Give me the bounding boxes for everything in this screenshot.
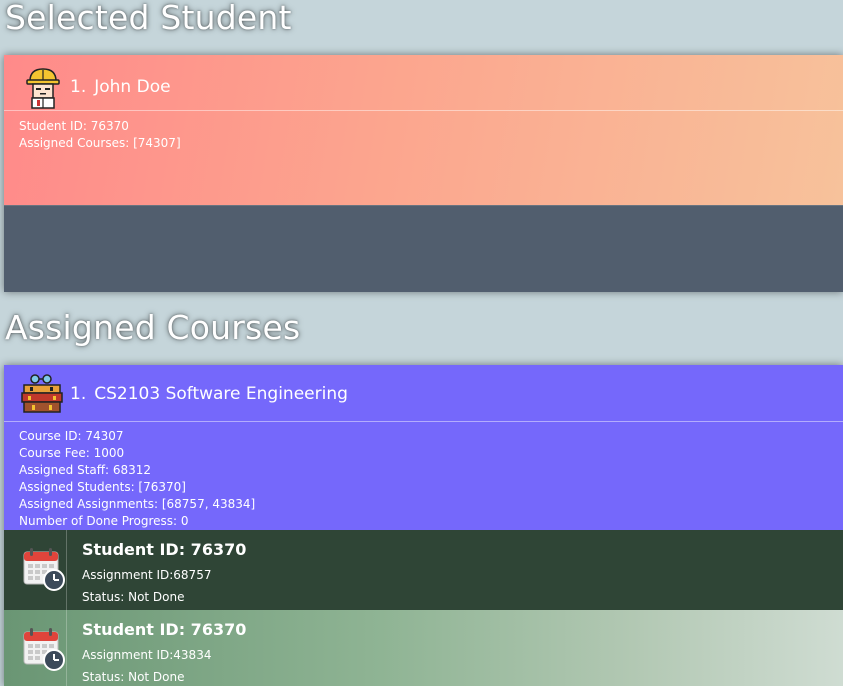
student-details: Student ID: 76370 Assigned Courses: [743… <box>19 118 181 152</box>
student-index: 1. <box>70 77 87 97</box>
progress-icon-cell <box>4 610 67 686</box>
progress-icon-cell <box>4 530 67 610</box>
course-name: CS2103 Software Engineering <box>94 384 348 404</box>
course-id-line: Course ID: 74307 <box>19 429 124 443</box>
assigned-courses-heading: Assigned Courses <box>5 308 301 347</box>
progress-student-id: Student ID: 76370 <box>82 620 247 639</box>
course-card-header: 1. CS2103 Software Engineering <box>4 365 843 422</box>
progress-student-id: Student ID: 76370 <box>82 540 247 559</box>
course-details: Course ID: 74307 Course Fee: 1000 Assign… <box>19 428 255 530</box>
course-card-body: 1. CS2103 Software Engineering Course ID:… <box>4 365 843 530</box>
selected-student-heading: Selected Student <box>5 0 292 37</box>
progress-assignment-id: Assignment ID:43834 <box>82 648 212 662</box>
course-index: 1. <box>70 384 87 404</box>
progress-status: Status: Not Done <box>82 590 185 604</box>
calendar-icon <box>23 628 65 671</box>
books-icon <box>21 374 63 413</box>
progress-row[interactable]: Student ID: 76370 Assignment ID:68757 St… <box>4 530 843 610</box>
student-name-line: 1. John Doe <box>70 77 171 97</box>
student-id-line: Student ID: 76370 <box>19 119 129 133</box>
course-card[interactable]: 1. CS2103 Software Engineering Course ID:… <box>4 365 843 686</box>
progress-row[interactable]: Student ID: 76370 Assignment ID:43834 St… <box>4 610 843 686</box>
assigned-assignments-line: Assigned Assignments: [68757, 43834] <box>19 497 256 511</box>
student-card-body: 1. John Doe Student ID: 76370 Assigned Co… <box>4 55 843 205</box>
progress-assignment-id: Assignment ID:68757 <box>82 568 212 582</box>
student-name: John Doe <box>94 77 171 97</box>
assigned-staff-line: Assigned Staff: 68312 <box>19 463 152 477</box>
done-progress-line: Number of Done Progress: 0 <box>19 514 189 528</box>
student-card-footer <box>4 205 843 292</box>
assigned-students-line: Assigned Students: [76370] <box>19 480 186 494</box>
course-name-line: 1. CS2103 Software Engineering <box>70 384 348 404</box>
progress-status: Status: Not Done <box>82 670 185 684</box>
student-courses-line: Assigned Courses: [74307] <box>19 136 181 150</box>
course-fee-line: Course Fee: 1000 <box>19 446 125 460</box>
calendar-icon <box>23 548 65 591</box>
selected-student-card[interactable]: 1. John Doe Student ID: 76370 Assigned Co… <box>4 55 843 292</box>
student-card-header: 1. John Doe <box>4 55 843 111</box>
student-avatar-icon <box>26 68 60 109</box>
